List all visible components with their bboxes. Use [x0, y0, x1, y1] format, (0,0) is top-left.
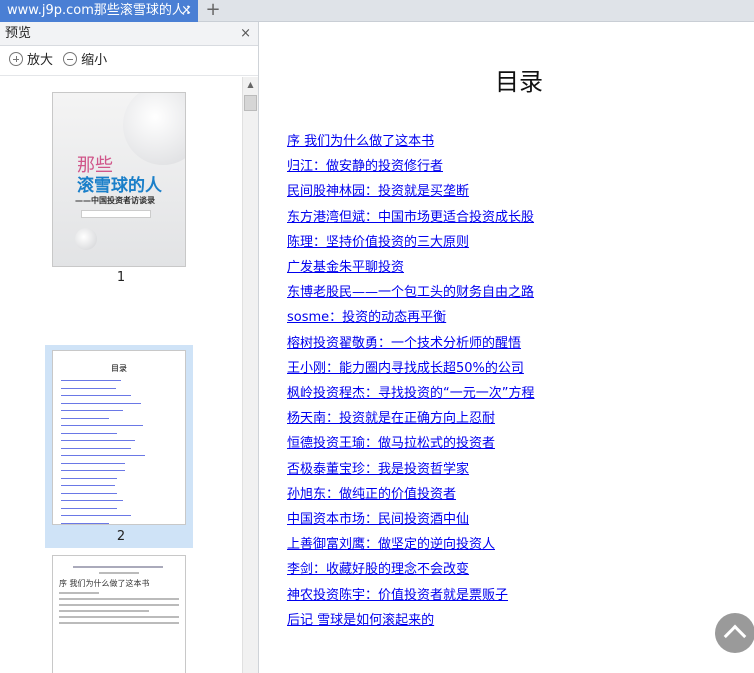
close-preview-icon[interactable]: × [240, 22, 251, 46]
toc-link[interactable]: 后记 雪球是如何滚起来的 [287, 608, 534, 633]
toc-link[interactable]: 恒德投资王瑜：做马拉松式的投资者 [287, 431, 534, 456]
thumb-heading: 目录 [111, 364, 127, 373]
toc-link[interactable]: 杨天南：投资就是在正确方向上忍耐 [287, 406, 534, 431]
zoom-toolbar: 放大 缩小 [0, 46, 258, 76]
toc-link[interactable]: 中国资本市场：民间投资酒中仙 [287, 507, 534, 532]
thumbnail-page-2[interactable]: 目录 [52, 350, 186, 525]
page-title: 目录 [495, 68, 543, 96]
tab-bar: www.j9p.com那些滚雪球的人： × + [0, 0, 754, 22]
toc-link[interactable]: 东博老股民——一个包工头的财务自由之路 [287, 280, 534, 305]
page-number: 2 [116, 529, 126, 544]
toc-link[interactable]: 李剑：收藏好股的理念不会改变 [287, 557, 534, 582]
toc-link[interactable]: 榕树投资翟敬勇：一个技术分析师的醒悟 [287, 331, 534, 356]
scroll-up-icon[interactable]: ▲ [243, 77, 258, 93]
toc-link[interactable]: 东方港湾但斌：中国市场更适合投资成长股 [287, 205, 534, 230]
toc-link[interactable]: 王小刚：能力圈内寻找成长超50%的公司 [287, 356, 534, 381]
tab-title: www.j9p.com那些滚雪球的人： [7, 3, 198, 18]
toc-link[interactable]: 民间股神林园：投资就是买垄断 [287, 179, 534, 204]
zoom-out-icon [63, 52, 78, 66]
zoom-out-button[interactable]: 缩小 [63, 52, 108, 68]
toc-link[interactable]: sosme：投资的动态再平衡 [287, 305, 534, 330]
toc-link[interactable]: 神农投资陈宇：价值投资者就是票贩子 [287, 583, 534, 608]
page-number: 1 [116, 270, 126, 285]
zoom-out-label: 缩小 [81, 53, 108, 68]
toc-link[interactable]: 枫岭投资程杰：寻找投资的“一元一次”方程 [287, 381, 534, 406]
new-tab-button[interactable]: + [204, 0, 222, 22]
snowball-image [123, 93, 185, 165]
cover-search-bar [81, 210, 151, 218]
zoom-in-button[interactable]: 放大 [9, 52, 54, 68]
document-view: 目录 序 我们为什么做了这本书 归江：做安静的投资修行者 民间股神林园：投资就是… [260, 22, 754, 673]
back-to-top-button[interactable] [715, 613, 754, 653]
table-of-contents: 序 我们为什么做了这本书 归江：做安静的投资修行者 民间股神林园：投资就是买垄断… [287, 129, 534, 633]
scrollbar-thumb[interactable] [244, 95, 257, 111]
thumbnail-page-3[interactable]: 序 我们为什么做了这本书 [52, 555, 186, 673]
toc-link[interactable]: 孙旭东：做纯正的价值投资者 [287, 482, 534, 507]
toc-link[interactable]: 广发基金朱平聊投资 [287, 255, 534, 280]
thumb-heading: 序 我们为什么做了这本书 [59, 579, 150, 588]
cover-subtitle: ——中国投资者访谈录 [75, 196, 155, 205]
close-tab-icon[interactable]: × [181, 0, 192, 22]
zoom-in-icon [9, 52, 23, 66]
tab-document[interactable]: www.j9p.com那些滚雪球的人： × [0, 0, 198, 22]
toc-link[interactable]: 归江：做安静的投资修行者 [287, 154, 534, 179]
thumbnail-page-1[interactable]: 那些 滚雪球的人 ——中国投资者访谈录 [52, 92, 186, 267]
preview-header: 预览 × [0, 22, 258, 46]
cover-title-main: 滚雪球的人 [77, 176, 162, 196]
toc-link[interactable]: 序 我们为什么做了这本书 [287, 129, 534, 154]
zoom-in-label: 放大 [27, 53, 54, 68]
thumbnail-list: 那些 滚雪球的人 ——中国投资者访谈录 1 目录 2 序 我们为什么做了这本书 [0, 77, 242, 673]
toc-link[interactable]: 上善御富刘鹰：做坚定的逆向投资人 [287, 532, 534, 557]
thumbnail-scrollbar[interactable]: ▲ [242, 77, 258, 673]
preview-title: 预览 [5, 26, 32, 41]
toc-link[interactable]: 否极泰董宝珍：我是投资哲学家 [287, 457, 534, 482]
toc-link[interactable]: 陈理：坚持价值投资的三大原则 [287, 230, 534, 255]
preview-panel: 预览 × 放大 缩小 那些 滚雪球的人 ——中国投资者访谈录 1 目录 2 序 我… [0, 22, 259, 673]
small-snowball-image [75, 228, 97, 250]
